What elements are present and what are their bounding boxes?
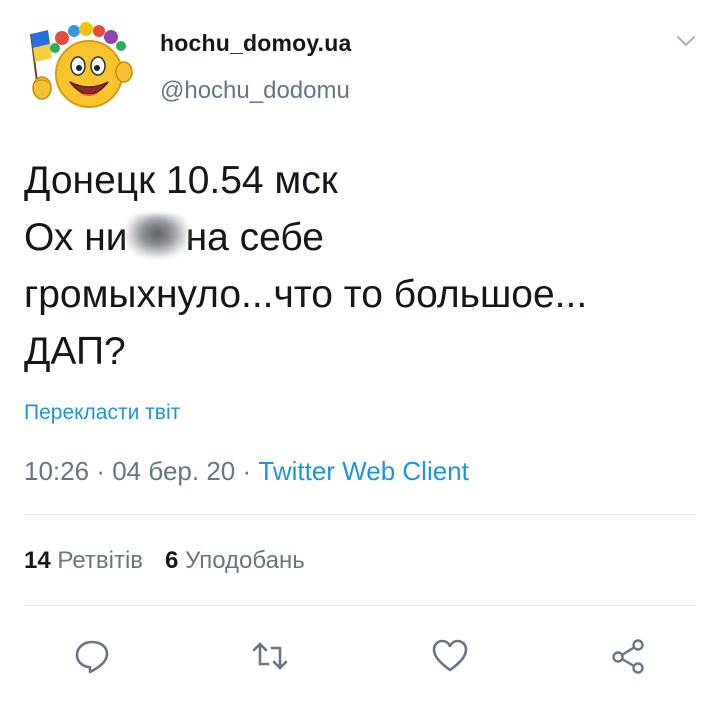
likes-label: Уподобань xyxy=(185,547,305,574)
heart-icon xyxy=(432,639,468,672)
likes-stat[interactable]: 6 Уподобань xyxy=(165,547,305,574)
retweets-stat[interactable]: 14 Ретвітів xyxy=(24,547,143,574)
tweet-metadata: 10:26 · 04 бер. 20 · Twitter Web Client xyxy=(24,456,469,487)
avatar[interactable] xyxy=(22,22,134,112)
tweet-text-line: Донецк 10.54 мск xyxy=(24,159,338,202)
meta-separator: · xyxy=(96,456,105,486)
tweet-text-line: громыхнуло...что то большое... xyxy=(24,273,588,316)
meta-separator: · xyxy=(242,456,252,486)
avatar-smiley-icon xyxy=(30,22,133,108)
tweet-text: Донецк 10.54 мск Ох ни на себе громыхнуло… xyxy=(24,152,704,380)
chevron-down-icon[interactable] xyxy=(676,34,696,48)
translate-tweet-link[interactable]: Перекласти твіт xyxy=(24,401,180,425)
censor-blur xyxy=(125,214,188,258)
tweet-detail: hochu_domoy.ua @hochu_dodomu Донецк 10.5… xyxy=(0,0,720,711)
tweet-text-fragment: на себе xyxy=(185,216,324,259)
likes-count: 6 xyxy=(165,547,179,574)
reply-icon xyxy=(75,640,109,674)
share-icon xyxy=(612,639,644,674)
retweets-label: Ретвітів xyxy=(57,547,144,574)
retweet-button[interactable] xyxy=(250,636,290,676)
tweet-date: 04 бер. 20 xyxy=(112,456,236,486)
reply-button[interactable] xyxy=(72,636,112,676)
tweet-time: 10:26 xyxy=(24,456,90,486)
share-button[interactable] xyxy=(608,636,648,676)
tweet-text-line: ДАП? xyxy=(24,330,126,373)
display-name[interactable]: hochu_domoy.ua xyxy=(160,30,352,57)
tweet-text-line: Ох ни на себе xyxy=(24,209,704,266)
user-handle[interactable]: @hochu_dodomu xyxy=(160,77,350,105)
tweet-stats: 14 Ретвітів 6 Уподобань xyxy=(24,547,305,575)
divider xyxy=(24,514,696,515)
retweets-count: 14 xyxy=(24,547,51,574)
retweet-icon xyxy=(252,642,288,670)
tweet-text-fragment: Ох ни xyxy=(24,216,128,259)
like-button[interactable] xyxy=(430,636,470,676)
divider xyxy=(24,605,696,606)
tweet-client-link[interactable]: Twitter Web Client xyxy=(258,456,468,486)
